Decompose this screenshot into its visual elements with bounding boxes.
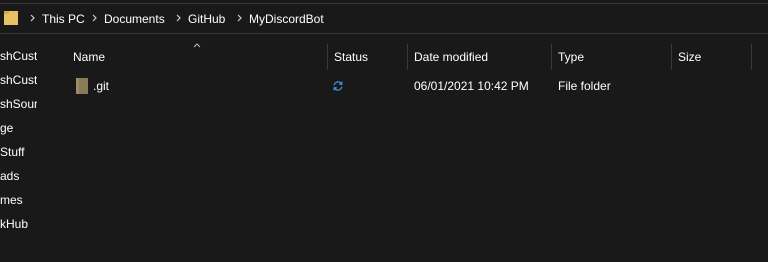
file-name[interactable]: .git (93, 75, 109, 97)
sidebar-item[interactable]: shCust (0, 46, 37, 66)
folder-icon (4, 11, 18, 25)
file-date-modified: 06/01/2021 10:42 PM (414, 79, 529, 93)
sidebar-item[interactable]: ge (0, 118, 13, 138)
breadcrumb-documents[interactable]: Documents (104, 12, 165, 26)
file-row[interactable]: .git 06/01/2021 10:42 PM File folder (53, 75, 768, 97)
file-list[interactable]: Name Status Date modified Type Size .git… (53, 42, 768, 262)
breadcrumb-mydiscordbot[interactable]: MyDiscordBot (249, 12, 324, 26)
sidebar-item[interactable]: shCust (0, 70, 37, 90)
address-bar[interactable]: This PC Documents GitHub MyDiscordBot (0, 3, 768, 34)
sidebar-item[interactable]: ads (0, 166, 19, 186)
sync-icon (333, 81, 343, 91)
column-separator[interactable] (327, 44, 328, 70)
toolbar-spacer (0, 34, 768, 42)
breadcrumb-github[interactable]: GitHub (188, 12, 225, 26)
sidebar-item[interactable]: mes (0, 190, 23, 210)
column-header-size[interactable]: Size (678, 42, 701, 70)
pane-splitter[interactable] (37, 42, 53, 262)
column-separator[interactable] (407, 44, 408, 70)
column-header-status[interactable]: Status (334, 42, 368, 70)
column-header-name[interactable]: Name (73, 42, 105, 70)
column-header-date-modified[interactable]: Date modified (414, 42, 488, 70)
file-type: File folder (558, 79, 611, 93)
sidebar-item[interactable]: shSour (0, 94, 37, 114)
column-separator[interactable] (751, 44, 752, 70)
sidebar-item[interactable]: Stuff (0, 142, 24, 162)
breadcrumb-this-pc[interactable]: This PC (42, 12, 85, 26)
column-header-type[interactable]: Type (558, 42, 584, 70)
explorer-window: This PC Documents GitHub MyDiscordBot sh… (0, 0, 768, 262)
chevron-right-icon[interactable] (29, 12, 37, 24)
chevron-right-icon[interactable] (91, 12, 99, 24)
chevron-right-icon[interactable] (236, 12, 244, 24)
column-separator[interactable] (671, 44, 672, 70)
folder-icon (76, 78, 88, 94)
sort-ascending-icon (193, 43, 201, 48)
sidebar-item[interactable]: kHub (0, 214, 28, 234)
column-separator[interactable] (551, 44, 552, 70)
navigation-pane[interactable]: shCust shCust shSour ge Stuff ads mes kH… (0, 42, 37, 262)
chevron-right-icon[interactable] (175, 12, 183, 24)
